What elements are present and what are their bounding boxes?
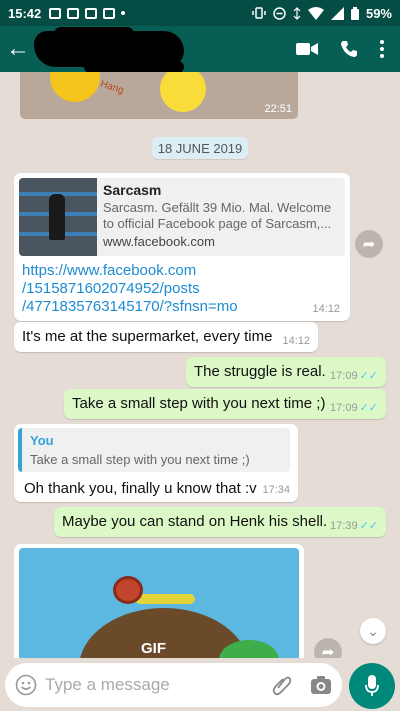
facebook-notification-icon-2 [103, 7, 116, 19]
wifi-icon [307, 6, 324, 20]
gif-message[interactable]: GIF [14, 544, 304, 658]
forward-icon[interactable]: ➦ [314, 638, 342, 658]
link-preview-thumbnail [19, 178, 97, 256]
snail-body [135, 594, 195, 604]
more-options-icon[interactable] [380, 40, 384, 58]
date-divider: 18 JUNE 2019 [152, 137, 248, 159]
scroll-to-bottom-button[interactable]: ⌄ [360, 618, 386, 644]
message-input-pill[interactable] [5, 663, 342, 707]
news-notification-icon [67, 7, 80, 19]
link-line[interactable]: /4771835763145170/?sfnsn=mo [22, 298, 238, 316]
read-receipt-icon: ✓✓ [359, 370, 378, 382]
camera-icon[interactable] [310, 675, 332, 695]
message-time: 17:09 [330, 370, 358, 382]
facebook-notification-icon [85, 7, 98, 19]
notification-icons [49, 7, 126, 19]
quoted-message[interactable]: You Take a small step with you next time… [18, 428, 290, 472]
read-receipt-icon: ✓✓ [359, 402, 378, 414]
link-message[interactable]: Sarcasm Sarcasm. Gefällt 39 Mio. Mal. We… [14, 173, 350, 321]
message-composer [0, 658, 400, 711]
link-preview-description: Sarcasm. Gefällt 39 Mio. Mal. Welcome to… [103, 200, 332, 231]
forward-icon[interactable]: ➦ [355, 230, 383, 258]
message-link[interactable]: https://www.facebook.com /15158716020749… [22, 262, 238, 316]
battery-percent: 59% [365, 5, 392, 21]
status-bar: 15:42 59% [0, 0, 400, 26]
incoming-message[interactable]: It's me at the supermarket, every time 1… [14, 322, 318, 352]
read-receipt-icon: ✓✓ [359, 520, 378, 532]
battery-icon [350, 6, 359, 20]
emoji-sticker [50, 72, 100, 102]
do-not-disturb-icon [273, 6, 286, 20]
video-call-icon[interactable] [296, 41, 318, 57]
status-time: 15:42 [8, 5, 42, 21]
message-text: Take a small step with you next time ;) [72, 395, 326, 412]
incoming-reply-message[interactable]: You Take a small step with you next time… [14, 424, 298, 502]
duck-sticker [160, 72, 206, 112]
cell-signal-icon [330, 6, 344, 20]
message-text: The struggle is real. [194, 363, 326, 380]
chat-header: ← [0, 26, 400, 73]
message-time: 17:09 [330, 402, 358, 414]
more-notifications-dot [121, 11, 126, 15]
attach-icon[interactable] [272, 674, 292, 696]
message-input[interactable] [45, 675, 255, 695]
microphone-icon [365, 675, 379, 696]
voice-message-button[interactable] [349, 663, 395, 709]
gif-badge[interactable]: GIF [141, 640, 166, 657]
gif-preview[interactable]: GIF [19, 548, 299, 658]
gallery-notification-icon [49, 7, 62, 19]
outgoing-message[interactable]: Take a small step with you next time ;) … [64, 389, 386, 419]
data-transfer-icon [293, 6, 301, 20]
chat-area[interactable]: Hang 22:51 18 JUNE 2019 Sarcasm Sarcasm.… [0, 72, 400, 658]
emoji-icon[interactable] [15, 674, 37, 696]
quote-text: Take a small step with you next time ;) [30, 452, 250, 467]
link-preview-title: Sarcasm [103, 182, 162, 198]
link-line[interactable]: /1515871602074952/posts [22, 280, 238, 298]
redacted-contact-name[interactable] [34, 27, 184, 73]
message-time: 14:12 [282, 335, 310, 347]
message-text: It's me at the supermarket, every time [22, 328, 273, 345]
link-preview-card[interactable]: Sarcasm Sarcasm. Gefällt 39 Mio. Mal. We… [19, 178, 345, 256]
message-text: Oh thank you, finally u know that :v [24, 480, 257, 497]
link-preview-domain: www.facebook.com [103, 234, 215, 249]
back-arrow-icon[interactable]: ← [6, 35, 30, 63]
snail [113, 576, 143, 604]
vibrate-icon [252, 7, 266, 19]
image-message[interactable]: Hang 22:51 [20, 72, 298, 119]
outgoing-message[interactable]: Maybe you can stand on Henk his shell. 1… [54, 507, 386, 537]
quote-author: You [30, 433, 54, 448]
link-line[interactable]: https://www.facebook.com [22, 262, 238, 280]
message-time: 14:12 [312, 303, 340, 315]
sticker-caption: Hang [98, 78, 126, 97]
outgoing-message[interactable]: The struggle is real. 17:09 ✓✓ [186, 357, 386, 387]
message-text: Maybe you can stand on Henk his shell. [62, 513, 328, 530]
message-time: 17:34 [262, 484, 290, 496]
message-time: 17:39 [330, 520, 358, 532]
voice-call-icon[interactable] [340, 40, 358, 58]
message-time: 22:51 [264, 103, 292, 115]
